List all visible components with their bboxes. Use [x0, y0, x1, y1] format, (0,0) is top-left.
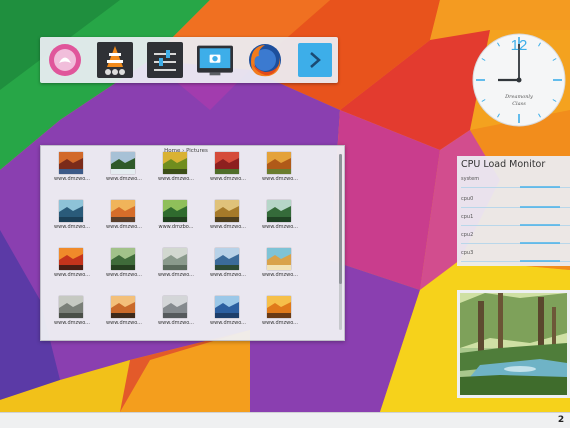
cpu-row-label: cpu1 [461, 214, 474, 220]
image-thumbnail [111, 152, 135, 174]
screenshot-app-icon[interactable] [197, 42, 233, 78]
file-name-label: www.dmzwo... [54, 320, 90, 326]
file-name-label: www.dmzwo... [262, 176, 298, 182]
image-thumbnail [267, 152, 291, 174]
file-item[interactable]: www.dmzwo... [46, 296, 98, 336]
cpu-row-label: system [461, 176, 480, 182]
file-name-label: www.dmzwo... [158, 320, 194, 326]
file-name-label: www.dmzwo... [106, 224, 142, 230]
system-settings-icon[interactable] [147, 42, 183, 78]
image-thumbnail [215, 296, 239, 318]
file-item[interactable]: www.dmzwo... [150, 296, 202, 336]
cpu-row-label: cpu0 [461, 196, 474, 202]
bottom-panel: 2 [0, 412, 570, 428]
file-item[interactable]: www.dmzwo... [202, 200, 254, 240]
image-thumbnail [163, 152, 187, 174]
file-name-label: www.dmzwo... [106, 176, 142, 182]
image-thumbnail [215, 152, 239, 174]
launcher-arrow-icon[interactable] [297, 42, 333, 78]
image-thumbnail [163, 248, 187, 270]
file-item[interactable]: www.dmzbo... [150, 200, 202, 240]
cpu-row: system [461, 174, 570, 194]
cpu-row: cpu0 [461, 194, 570, 214]
folder-scrollbar[interactable] [339, 154, 342, 330]
file-item[interactable]: www.dmzwo... [202, 152, 254, 192]
clock-face: 12 [472, 33, 566, 127]
file-item[interactable]: www.dmzwo... [98, 200, 150, 240]
folder-view-widget: Home › Pictures www.dmzwo... www.dmzwo...… [40, 145, 345, 341]
image-thumbnail [215, 248, 239, 270]
file-name-label: www.dmzwo... [210, 320, 246, 326]
image-thumbnail [111, 248, 135, 270]
file-name-label: www.dmzbo... [158, 224, 194, 230]
cpu-row: cpu2 [461, 230, 570, 250]
pink-app-icon[interactable] [47, 42, 83, 78]
firefox-icon[interactable] [247, 42, 283, 78]
file-name-label: www.dmzwo... [54, 224, 90, 230]
file-name-label: www.dmzwo... [262, 272, 298, 278]
image-thumbnail [267, 248, 291, 270]
forest-river-photo [460, 293, 567, 395]
file-item[interactable]: www.dmzwo... [202, 248, 254, 288]
image-thumbnail [59, 200, 83, 222]
file-item[interactable]: www.dmzwo... [46, 200, 98, 240]
file-item[interactable]: www.dmzwo... [150, 248, 202, 288]
file-item[interactable]: www.dmzwo... [254, 200, 306, 240]
image-thumbnail [111, 296, 135, 318]
cpu-monitor-title: CPU Load Monitor [461, 159, 546, 170]
cpu-row: cpu3 [461, 248, 570, 268]
file-item[interactable]: www.dmzwo... [98, 152, 150, 192]
folder-scroll-thumb[interactable] [339, 154, 342, 284]
file-item[interactable]: www.dmzwo... [98, 248, 150, 288]
image-thumbnail [163, 296, 187, 318]
file-name-label: www.dmzwo... [262, 224, 298, 230]
clock-numeral-12: 12 [511, 37, 528, 54]
image-thumbnail [111, 200, 135, 222]
clock-brand-text: Dreamonly Class [505, 94, 533, 107]
image-thumbnail [59, 152, 83, 174]
file-item[interactable]: www.dmzwo... [98, 296, 150, 336]
file-item[interactable]: www.dmzwo... [150, 152, 202, 192]
file-item[interactable]: www.dmzwo... [254, 152, 306, 192]
image-thumbnail [163, 200, 187, 222]
file-name-label: www.dmzwo... [54, 272, 90, 278]
picture-frame-widget [457, 290, 570, 398]
image-thumbnail [59, 248, 83, 270]
file-item[interactable]: www.dmzwo... [254, 296, 306, 336]
image-thumbnail [267, 200, 291, 222]
file-name-label: www.dmzwo... [54, 176, 90, 182]
virtual-desktop-pager[interactable]: 2 [555, 414, 567, 426]
file-item[interactable]: www.dmzwo... [46, 248, 98, 288]
file-name-label: www.dmzwo... [210, 176, 246, 182]
vlc-icon[interactable] [97, 42, 133, 78]
cpu-row-graph [461, 260, 570, 262]
image-thumbnail [267, 296, 291, 318]
cpu-row-graph [461, 206, 570, 208]
file-name-label: www.dmzwo... [158, 272, 194, 278]
image-thumbnail [59, 296, 83, 318]
file-name-label: www.dmzwo... [106, 320, 142, 326]
cpu-row-label: cpu3 [461, 250, 474, 256]
file-name-label: www.dmzwo... [106, 272, 142, 278]
file-item[interactable]: www.dmzwo... [254, 248, 306, 288]
analog-clock: 12 Dreamonly Class [472, 33, 566, 127]
file-item[interactable]: www.dmzwo... [202, 296, 254, 336]
cpu-load-monitor-widget: CPU Load Monitor system cpu0 cpu1 cpu2 c… [457, 156, 570, 266]
cpu-row-graph [461, 224, 570, 226]
cpu-row: cpu1 [461, 212, 570, 232]
cpu-row-graph [461, 186, 570, 188]
cpu-row-graph [461, 242, 570, 244]
file-name-label: www.dmzwo... [262, 320, 298, 326]
file-item[interactable]: www.dmzwo... [46, 152, 98, 192]
image-thumbnail [215, 200, 239, 222]
cpu-row-label: cpu2 [461, 232, 474, 238]
file-name-label: www.dmzwo... [210, 224, 246, 230]
app-launcher-dock [40, 37, 338, 83]
file-name-label: www.dmzwo... [210, 272, 246, 278]
file-name-label: www.dmzwo... [158, 176, 194, 182]
